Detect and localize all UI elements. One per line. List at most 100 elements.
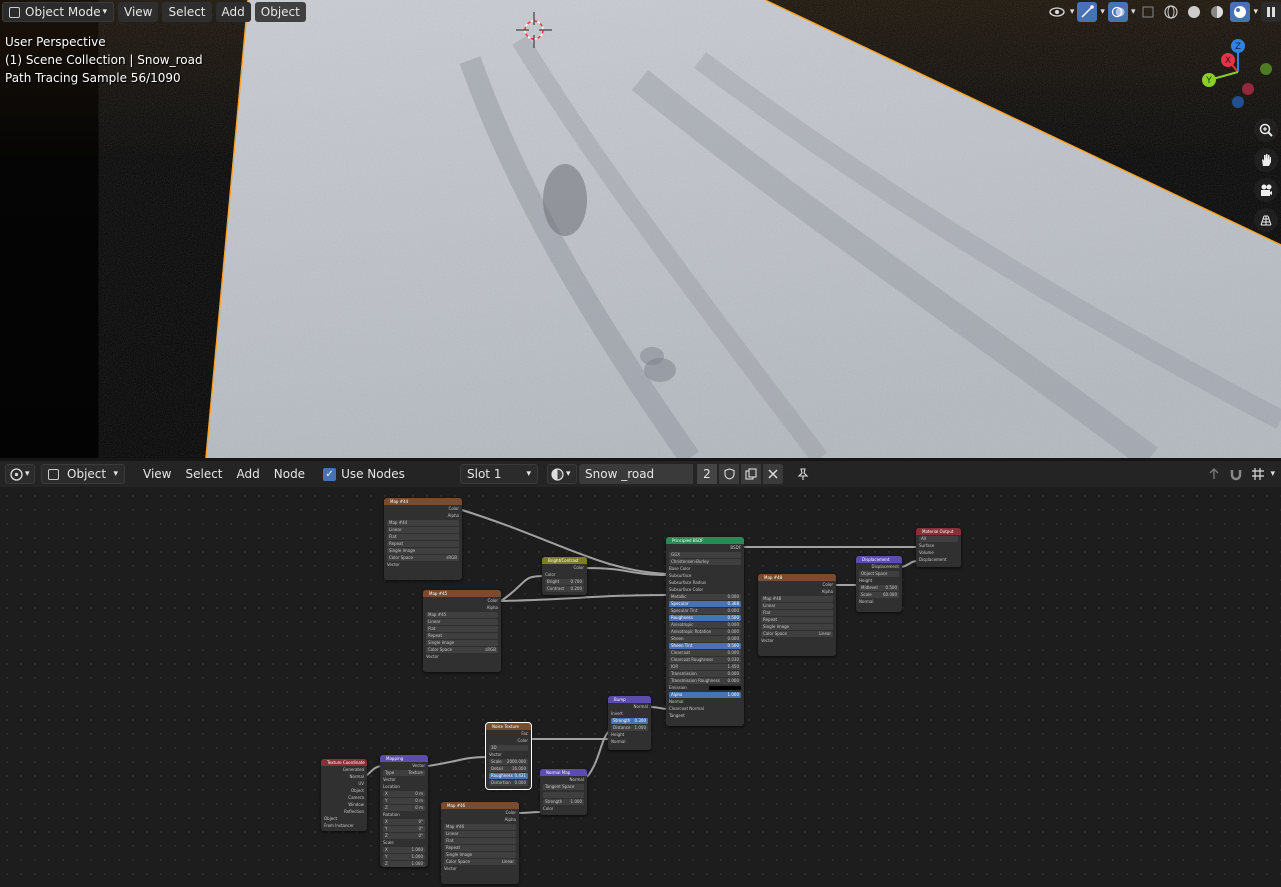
strength-field[interactable]: Strength 0.300 [611,718,648,724]
node-image-texture-map48[interactable]: Map #48 Color Alpha Map #48 Linear Flat … [758,574,836,656]
zoom-icon[interactable] [1254,118,1278,142]
duplicate-material-icon[interactable] [741,464,761,484]
chevron-down-icon[interactable]: ▾ [1070,7,1075,17]
invert-checkbox[interactable]: Invert [611,711,648,717]
extension-select[interactable]: Repeat [387,541,459,547]
target-select[interactable]: All [919,536,958,542]
viewport-menu-object[interactable]: Object [254,2,306,22]
extension-select[interactable]: Repeat [426,633,498,639]
uv-map-field[interactable] [543,792,584,798]
browse-material-button[interactable]: ▾ [547,464,577,484]
color-space-select[interactable]: Color Space Linear [444,859,516,865]
gizmo-toggle-icon[interactable] [1077,2,1098,22]
visibility-eye-icon[interactable] [1047,2,1067,22]
bsdf-input-row[interactable]: Metallic 0.000 [669,594,741,600]
rotation-z-field[interactable]: Z 0° [383,833,425,839]
image-field[interactable]: Map #45 [426,612,498,618]
location-z-field[interactable]: Z0 m [383,805,425,811]
chevron-down-icon[interactable]: ▾ [1131,7,1136,17]
viewport-menu-view[interactable]: View [118,2,159,22]
distortion-field[interactable]: Distortion 0.000 [489,780,528,786]
viewport-menu-select[interactable]: Select [162,2,212,22]
bsdf-input-row[interactable]: Alpha 1.000 [669,692,741,698]
projection-select[interactable]: Flat [387,534,459,540]
subsurface-method-select[interactable]: Christensen-Burley [669,559,741,565]
space-select[interactable]: Tangent Space [543,784,584,790]
xray-icon[interactable] [1138,2,1158,22]
pause-icon[interactable] [1261,2,1281,22]
color-space-select[interactable]: Color Space sRGB [387,555,459,561]
node-mapping[interactable]: Mapping Vector Type Texture Vector Locati… [380,755,428,867]
projection-select[interactable]: Flat [444,838,516,844]
location-x-field[interactable]: X0 m [383,791,425,797]
shader-node-editor[interactable]: ▾ Object ▾ View Select Add Node ✓ Use No… [0,461,1281,887]
node-image-texture-map44[interactable]: Map #44 Color Alpha Map #44 Linear Flat … [384,498,462,580]
location-y-field[interactable]: Y0 m [383,798,425,804]
pin-icon[interactable] [793,464,813,484]
contrast-field[interactable]: Contrast 0.200 [545,586,584,592]
color-space-select[interactable]: Color Space Linear [761,631,833,637]
strength-field[interactable]: Strength 1.000 [543,799,584,805]
image-field[interactable]: Map #44 [387,520,459,526]
node-bump[interactable]: Bump Normal Invert Strength 0.300 Distanc… [608,696,651,750]
scale-field[interactable]: Scale 60.000 [859,592,899,598]
fake-user-shield-icon[interactable] [719,464,739,484]
bright-field[interactable]: Bright 0.700 [545,579,584,585]
space-select[interactable]: Object Space [859,571,899,577]
node-displacement[interactable]: Displacement Displacement Object Space H… [856,556,902,612]
object-mode-dropdown[interactable]: Object Mode ▾ [2,2,114,22]
bsdf-input-row[interactable]: IOR 1.450 [669,664,741,670]
bsdf-input-row[interactable]: Anisotropic 0.000 [669,622,741,628]
material-shading-icon[interactable] [1207,2,1227,22]
solid-shading-icon[interactable] [1184,2,1204,22]
bsdf-input-row[interactable]: Clearcoat Roughness 0.030 [669,657,741,663]
scale-z-field[interactable]: Z 1.000 [383,861,425,867]
camera-view-icon[interactable] [1254,178,1278,202]
from-instancer-checkbox[interactable]: From Instancer [324,823,364,829]
node-texture-coordinate[interactable]: Texture Coordinate Generated Normal UV O… [321,759,367,831]
node-menu-node[interactable]: Node [268,464,311,484]
snap-magnet-icon[interactable] [1226,464,1246,484]
node-menu-view[interactable]: View [137,464,177,484]
source-select[interactable]: Single Image [444,852,516,858]
color-space-select[interactable]: Color Space sRGB [426,647,498,653]
snap-grid-icon[interactable] [1248,464,1268,484]
roughness-field[interactable]: Roughness 0.431 [489,773,528,779]
source-select[interactable]: Single Image [761,624,833,630]
image-field[interactable]: Map #48 [761,596,833,602]
scale-y-field[interactable]: Y 1.000 [383,854,425,860]
bsdf-input-row[interactable]: Specular Tint 0.000 [669,608,741,614]
node-menu-select[interactable]: Select [179,464,228,484]
chevron-down-icon[interactable]: ▾ [1270,469,1275,479]
interpolation-select[interactable]: Linear [387,527,459,533]
interpolation-select[interactable]: Linear [761,603,833,609]
use-nodes-toggle[interactable]: ✓ Use Nodes [317,464,411,484]
midlevel-field[interactable]: Midlevel 0.500 [859,585,899,591]
dimensions-select[interactable]: 3D [489,745,528,751]
3d-viewport[interactable]: Z X Y Object Mode ▾ View Select Add Obje… [0,0,1281,458]
chevron-down-icon[interactable]: ▾ [1253,7,1258,17]
parent-node-tree-icon[interactable] [1204,464,1224,484]
object-field[interactable]: Object [324,816,364,822]
extension-select[interactable]: Repeat [761,617,833,623]
node-material-output[interactable]: Material Output All Surface Volume Displ… [916,528,961,567]
interpolation-select[interactable]: Linear [444,831,516,837]
bsdf-input-row[interactable]: Anisotropic Rotation 0.000 [669,629,741,635]
chevron-down-icon[interactable]: ▾ [1100,7,1105,17]
bsdf-input-row[interactable]: Sheen 0.000 [669,636,741,642]
bsdf-input-row[interactable]: Transmission Roughness 0.000 [669,678,741,684]
scale-field[interactable]: Scale 2000.000 [489,759,528,765]
node-principled-bsdf[interactable]: Principled BSDF BSDF GGX Christensen-Bur… [666,537,744,726]
perspective-grid-icon[interactable] [1254,208,1278,232]
projection-select[interactable]: Flat [426,626,498,632]
interpolation-select[interactable]: Linear [426,619,498,625]
bsdf-input-row[interactable]: Sheen Tint 0.500 [669,643,741,649]
node-normal-map[interactable]: Normal Map Normal Tangent Space Strength… [540,769,587,815]
shader-type-dropdown[interactable]: Object ▾ [41,464,125,484]
pan-hand-icon[interactable] [1254,148,1278,172]
projection-select[interactable]: Flat [761,610,833,616]
distance-field[interactable]: Distance 1.000 [611,725,648,731]
bsdf-input-row[interactable]: Clearcoat 0.000 [669,650,741,656]
distribution-select[interactable]: GGX [669,552,741,558]
node-image-texture-map46[interactable]: Map #46 Color Alpha Map #46 Linear Flat … [441,802,519,884]
